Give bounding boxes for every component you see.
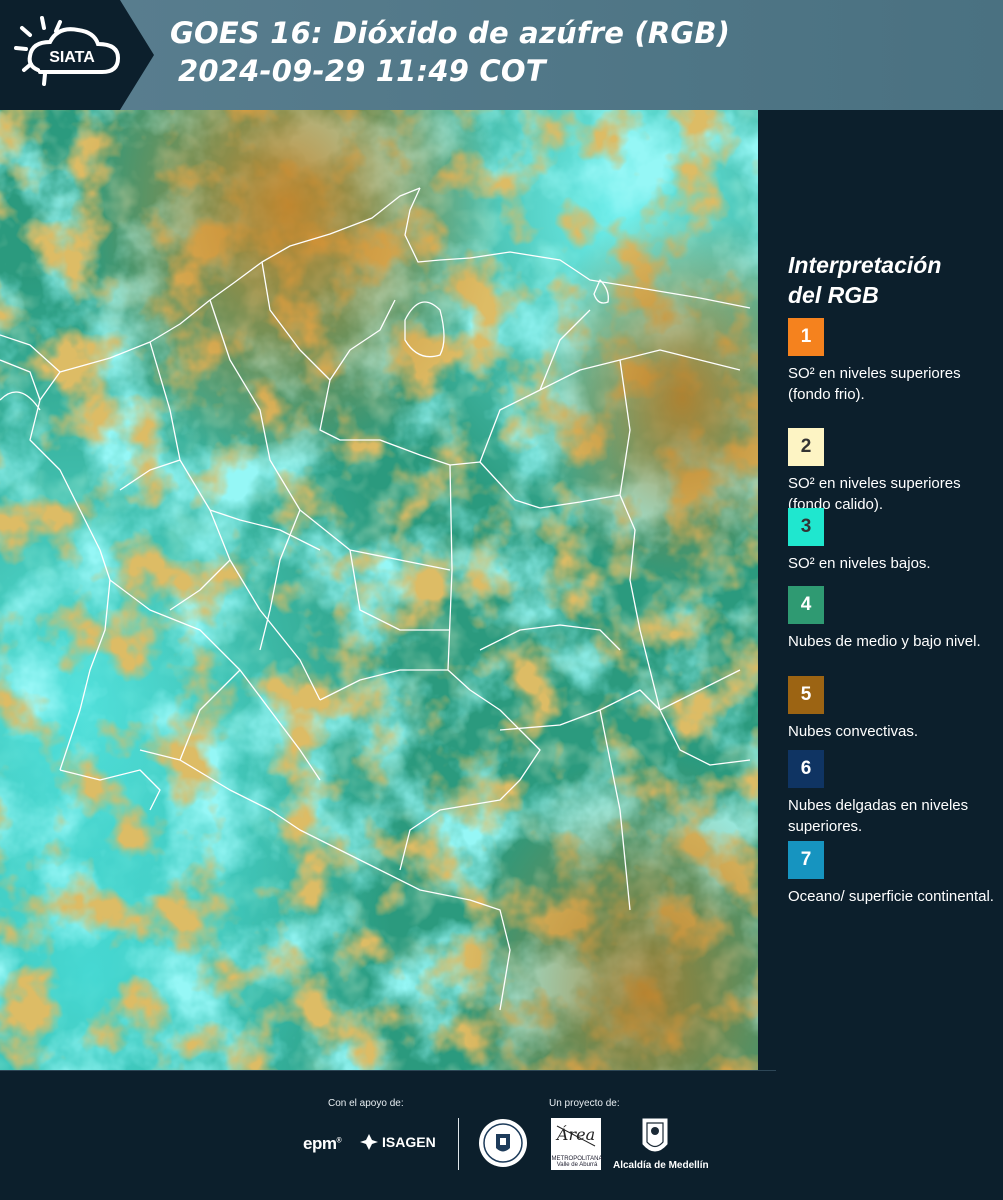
satellite-image [0, 110, 758, 1070]
legend-swatch-1: 1 [788, 318, 824, 356]
legend-label-7: Oceano/ superficie continental. [788, 888, 994, 905]
footer-divider-line [0, 1070, 776, 1071]
alcaldia-shield-logo [642, 1118, 668, 1152]
legend-swatch-7: 7 [788, 841, 824, 879]
legend-panel: Interpretación del RGB 1 SO² en niveles s… [760, 110, 1003, 1070]
satellite-map [0, 110, 758, 1070]
isagen-logo: ISAGEN [360, 1134, 436, 1150]
area-logo-script: Área [555, 1124, 595, 1144]
legend-item-7: 7 Oceano/ superficie continental. [788, 841, 998, 907]
legend-label-6: Nubes delgadas en niveles superiores. [788, 797, 969, 835]
siata-logo: SIATA [14, 16, 121, 86]
area-metropolitana-name: METROPOLITANA Valle de Aburrá [551, 1156, 603, 1168]
legend-item-5: 5 Nubes convectivas. [788, 676, 998, 742]
page-title: GOES 16: Dióxido de azúfre (RGB) 2024-09… [170, 14, 730, 90]
support-label: Con el apoyo de: [328, 1098, 404, 1109]
title-line-1: GOES 16: Dióxido de azúfre (RGB) [170, 16, 731, 50]
legend-label-5: Nubes convectivas. [788, 723, 919, 740]
legend-swatch-3: 3 [788, 508, 824, 546]
legend-item-2: 2 SO² en niveles superiores (fondo calido… [788, 428, 998, 515]
footer: Con el apoyo de: Un proyecto de: epm® IS… [0, 1070, 1003, 1200]
project-label: Un proyecto de: [549, 1098, 620, 1109]
legend-label-4: Nubes de medio y bajo nivel. [788, 633, 981, 650]
legend-item-4: 4 Nubes de medio y bajo nivel. [788, 586, 998, 652]
epm-logo: epm® [303, 1134, 342, 1153]
footer-divider [458, 1118, 459, 1170]
legend-swatch-2: 2 [788, 428, 824, 466]
legend-item-1: 1 SO² en niveles superiores (fondo frio). [788, 318, 998, 405]
university-seal-logo [479, 1119, 527, 1167]
legend-label-1: SO² en niveles superiores (fondo frio). [788, 365, 961, 403]
legend-swatch-6: 6 [788, 750, 824, 788]
title-line-2: 2024-09-29 11:49 COT [178, 54, 546, 88]
siata-logo-text: SIATA [49, 49, 95, 66]
legend-swatch-5: 5 [788, 676, 824, 714]
isagen-icon [360, 1134, 378, 1150]
legend-label-3: SO² en niveles bajos. [788, 555, 931, 572]
legend-item-3: 3 SO² en niveles bajos. [788, 508, 998, 574]
header: SIATA GOES 16: Dióxido de azúfre (RGB) 2… [0, 0, 1003, 110]
alcaldia-name: Alcaldía de Medellín [613, 1160, 709, 1171]
legend-swatch-4: 4 [788, 586, 824, 624]
legend-item-6: 6 Nubes delgadas en niveles superiores. [788, 750, 998, 837]
legend-title: Interpretación del RGB [788, 252, 942, 308]
